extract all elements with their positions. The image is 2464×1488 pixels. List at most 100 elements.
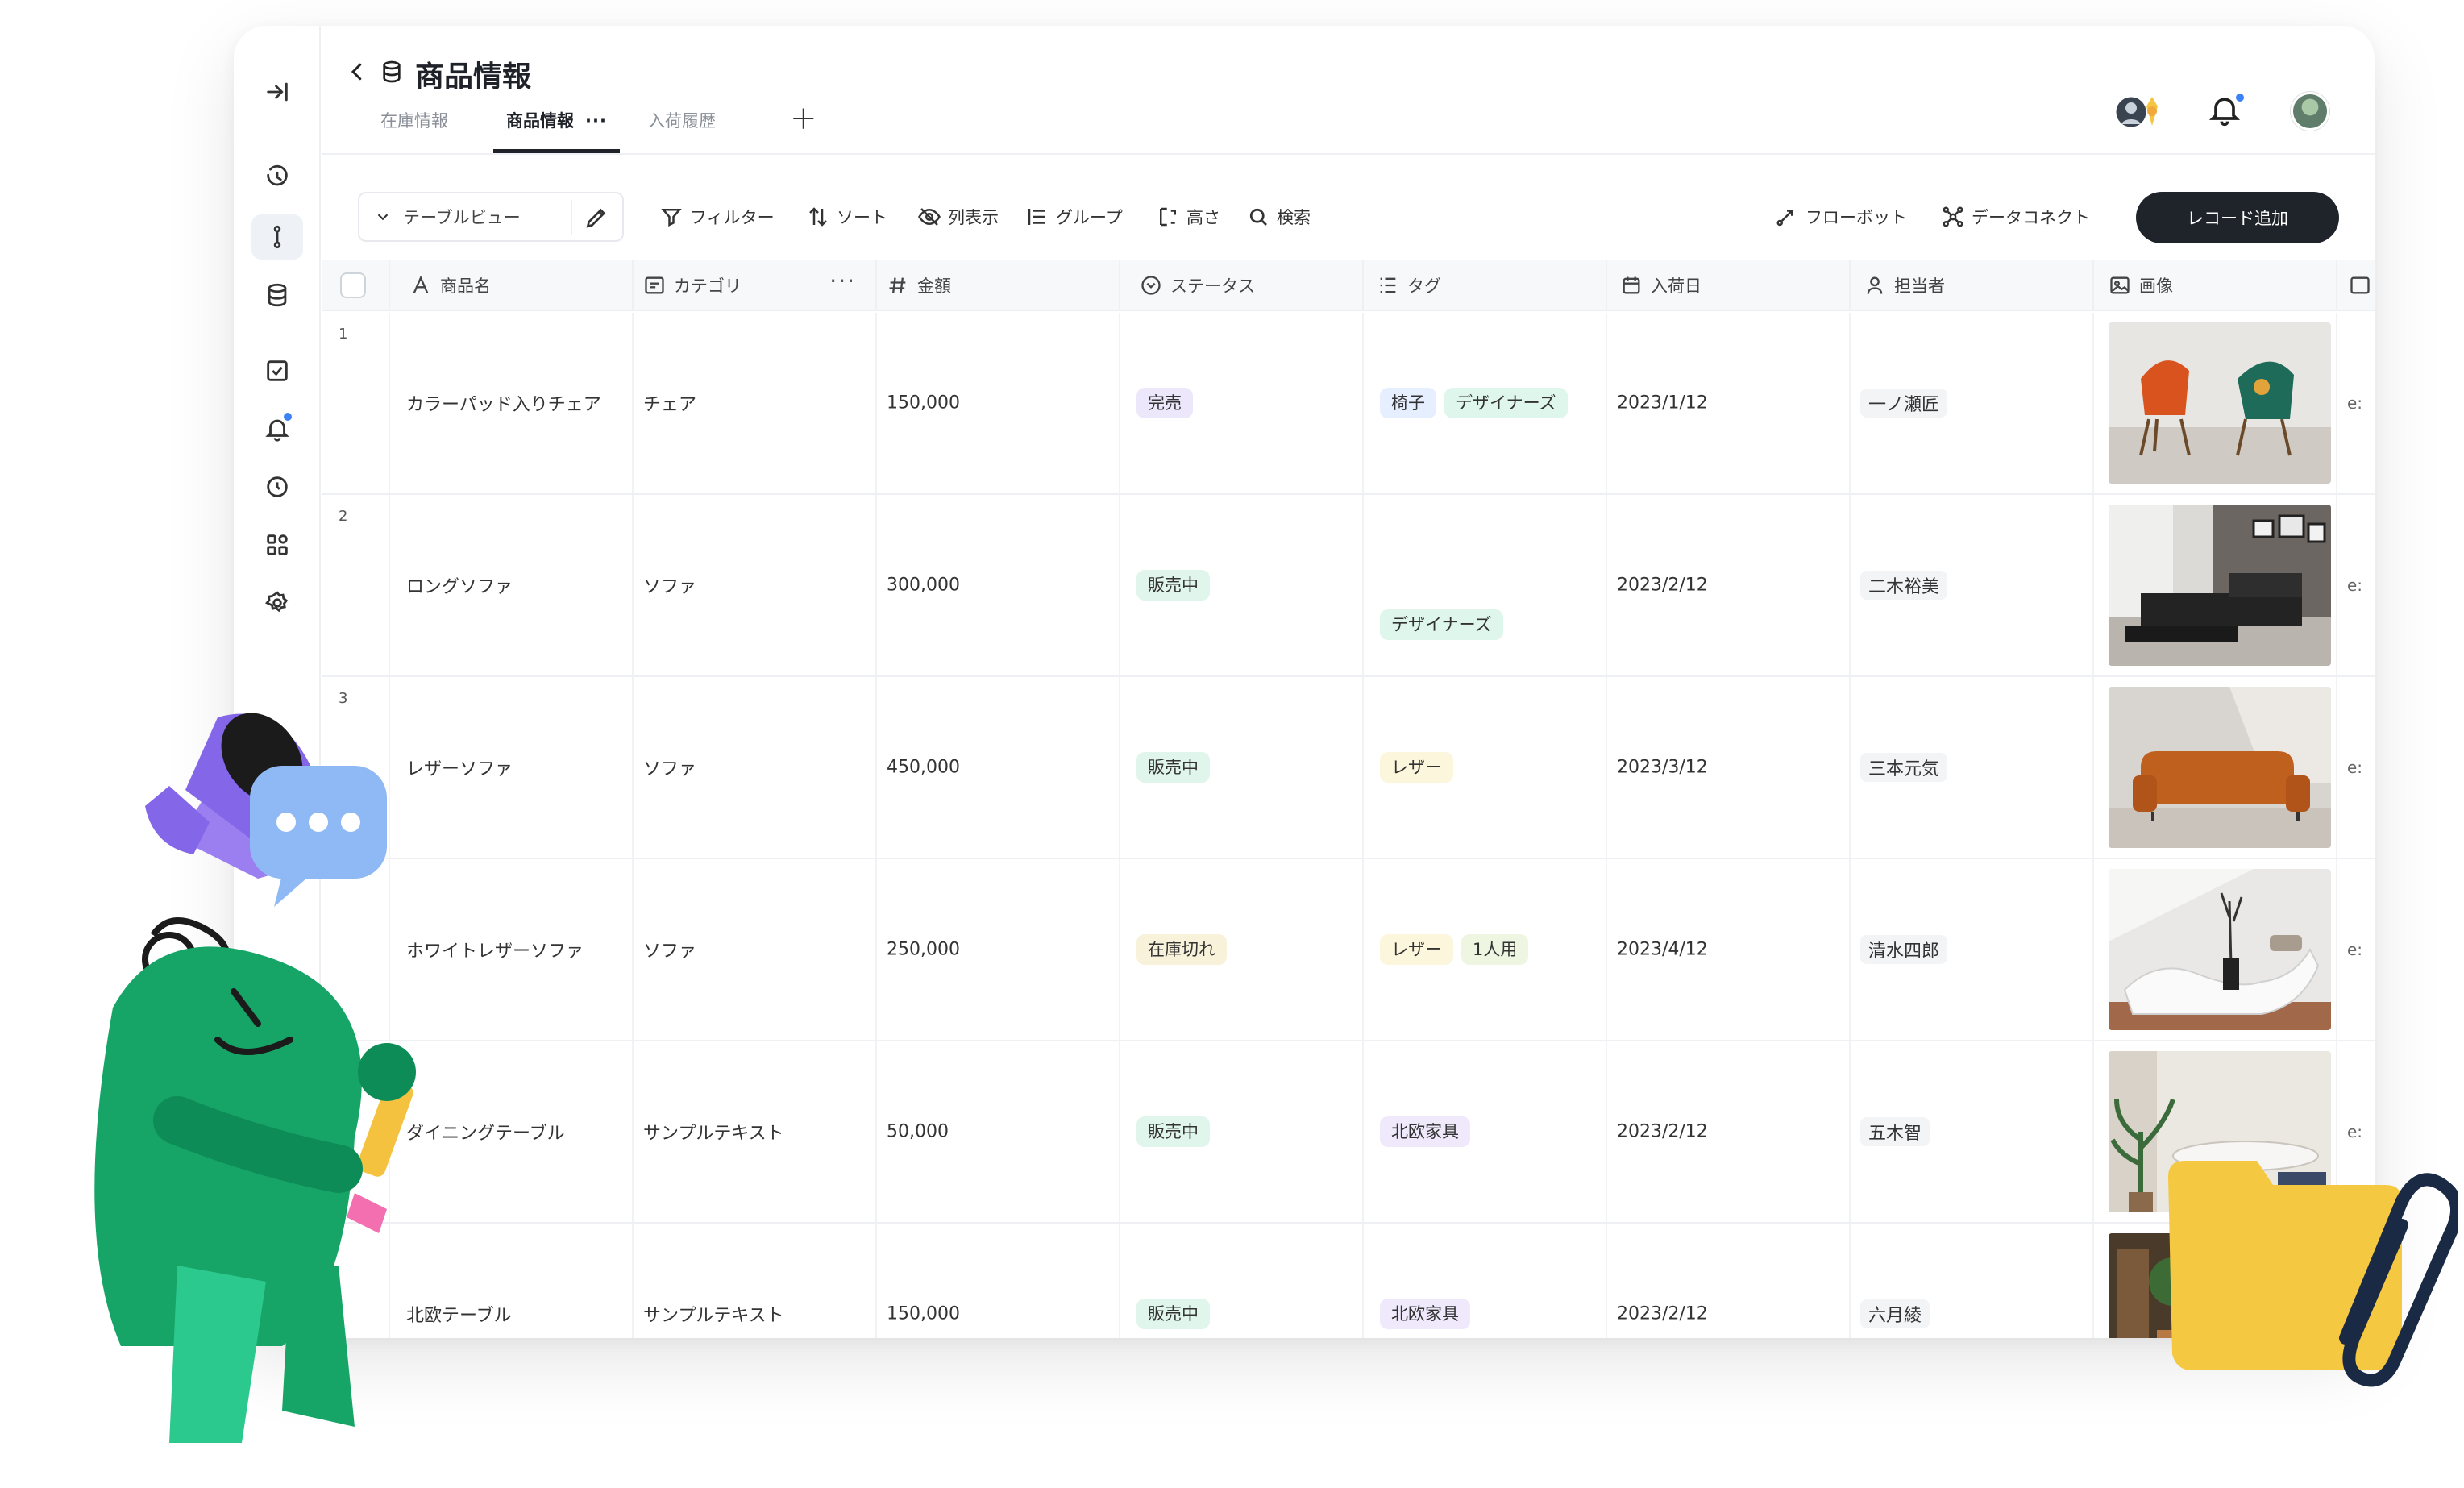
- collapse-sidebar-icon[interactable]: [251, 69, 303, 114]
- price-cell[interactable]: 50,000: [877, 1041, 1120, 1222]
- price-cell[interactable]: 300,000: [877, 495, 1120, 675]
- owner-cell[interactable]: 六月綾: [1851, 1224, 2094, 1338]
- tag-chip: 北欧家具: [1380, 1116, 1470, 1147]
- category-cell[interactable]: サンプルテキスト: [634, 1224, 877, 1338]
- category-cell[interactable]: ソファ: [634, 495, 877, 675]
- tags-cell[interactable]: レザー: [1364, 677, 1607, 858]
- table-row[interactable]: ホワイトレザーソファ ソファ 250,000 在庫切れ レザー 1人用 2023/…: [322, 859, 2375, 1041]
- date-cell[interactable]: 2023/2/12: [1607, 495, 1851, 675]
- clock-icon[interactable]: [251, 464, 303, 509]
- category-cell[interactable]: ソファ: [634, 859, 877, 1040]
- name-cell[interactable]: レザーソファ: [390, 677, 634, 858]
- page-title: 商品情報: [415, 60, 532, 94]
- task-check-icon[interactable]: [251, 348, 303, 393]
- category-cell[interactable]: チェア: [634, 313, 877, 493]
- status-cell[interactable]: 販売中: [1120, 1041, 1364, 1222]
- table-row[interactable]: 3 レザーソファ ソファ 450,000 販売中 レザー 2023/3/12 三…: [322, 677, 2375, 859]
- image-cell[interactable]: [2094, 313, 2337, 493]
- name-cell[interactable]: ロングソファ: [390, 495, 634, 675]
- owner-chip: 二木裕美: [1860, 571, 1948, 600]
- add-record-button[interactable]: レコード追加: [2136, 192, 2339, 243]
- status-cell[interactable]: 販売中: [1120, 1224, 1364, 1338]
- table-row[interactable]: 2 ロングソファ ソファ 300,000 販売中 デザイナーズ 2023/2/1…: [322, 495, 2375, 677]
- header-notification-button[interactable]: [2207, 92, 2247, 132]
- table-row[interactable]: 北欧テーブル サンプルテキスト 150,000 販売中 北欧家具 2023/2/…: [322, 1224, 2375, 1338]
- column-header-date[interactable]: 入荷日: [1607, 260, 1851, 311]
- tab-arrival-history[interactable]: 入荷履歴: [648, 108, 716, 153]
- search-button[interactable]: 検索: [1246, 205, 1311, 229]
- column-header-category[interactable]: カテゴリ ···: [634, 260, 877, 311]
- column-header-owner[interactable]: 担当者: [1851, 260, 2094, 311]
- user-avatar[interactable]: [2291, 92, 2329, 131]
- tags-cell[interactable]: 北欧家具: [1364, 1041, 1607, 1222]
- row-height-button[interactable]: 高さ: [1156, 205, 1220, 229]
- column-header-price[interactable]: 金額: [877, 260, 1120, 311]
- tags-cell[interactable]: デザイナーズ: [1364, 495, 1607, 675]
- price-cell[interactable]: 250,000: [877, 859, 1120, 1040]
- settings-gear-icon[interactable]: [251, 580, 303, 626]
- owner-cell[interactable]: 一ノ瀬匠: [1851, 313, 2094, 493]
- apps-grid-icon[interactable]: [251, 522, 303, 567]
- workflow-icon[interactable]: [251, 214, 303, 260]
- tags-cell[interactable]: レザー 1人用: [1364, 859, 1607, 1040]
- product-name: レザーソファ: [406, 759, 513, 779]
- column-header-image[interactable]: 画像: [2094, 260, 2337, 311]
- tags-cell[interactable]: 北欧家具: [1364, 1224, 1607, 1338]
- image-cell[interactable]: [2094, 677, 2337, 858]
- table-row[interactable]: ダイニングテーブル サンプルテキスト 50,000 販売中 北欧家具 2023/…: [322, 1041, 2375, 1224]
- group-button[interactable]: グループ: [1025, 205, 1123, 229]
- status-cell[interactable]: 完売: [1120, 313, 1364, 493]
- chairs-photo[interactable]: [2109, 322, 2331, 484]
- column-more-menu[interactable]: ···: [829, 268, 856, 294]
- status-cell[interactable]: 販売中: [1120, 677, 1364, 858]
- status-cell[interactable]: 在庫切れ: [1120, 859, 1364, 1040]
- column-header-truncated[interactable]: [2337, 260, 2375, 311]
- category-cell[interactable]: サンプルテキスト: [634, 1041, 877, 1222]
- price-cell[interactable]: 150,000: [877, 313, 1120, 493]
- back-chevron-icon[interactable]: [345, 58, 369, 85]
- white-sofa-photo[interactable]: [2109, 869, 2331, 1030]
- database-icon[interactable]: [251, 272, 303, 318]
- column-visibility-button[interactable]: 列表示: [917, 205, 999, 229]
- price-cell[interactable]: 150,000: [877, 1224, 1120, 1338]
- status-cell[interactable]: 販売中: [1120, 495, 1364, 675]
- tab-product-info[interactable]: 商品情報 ···: [493, 108, 620, 153]
- image-cell[interactable]: [2094, 859, 2337, 1040]
- select-all-checkbox[interactable]: [340, 272, 366, 298]
- leather-sofa-photo[interactable]: [2109, 687, 2331, 848]
- data-connect-button[interactable]: データコネクト: [1941, 205, 2090, 229]
- collaborator-avatars[interactable]: [2113, 94, 2165, 131]
- column-header-name[interactable]: 商品名: [390, 260, 634, 311]
- owner-cell[interactable]: 三本元気: [1851, 677, 2094, 858]
- add-tab-button[interactable]: +: [790, 100, 817, 137]
- tab-more-menu[interactable]: ···: [585, 111, 607, 131]
- tags-cell[interactable]: 椅子 デザイナーズ: [1364, 313, 1607, 493]
- edit-pencil-icon[interactable]: [584, 205, 609, 231]
- date-cell[interactable]: 2023/4/12: [1607, 859, 1851, 1040]
- table-row[interactable]: 1 カラーパッド入りチェア チェア 150,000 完売 椅子 デザイナーズ 20…: [322, 313, 2375, 495]
- notification-bell-icon[interactable]: [251, 406, 303, 451]
- filter-button[interactable]: フィルター: [659, 205, 775, 229]
- sort-button[interactable]: ソート: [806, 205, 887, 229]
- date-cell[interactable]: 2023/2/12: [1607, 1224, 1851, 1338]
- column-header-status[interactable]: ステータス: [1120, 260, 1364, 311]
- owner-cell[interactable]: 二木裕美: [1851, 495, 2094, 675]
- category-cell[interactable]: ソファ: [634, 677, 877, 858]
- tab-inventory[interactable]: 在庫情報: [380, 108, 448, 153]
- folder-paperclip-illustration: [2168, 1161, 2458, 1387]
- date-cell[interactable]: 2023/3/12: [1607, 677, 1851, 858]
- price-cell[interactable]: 450,000: [877, 677, 1120, 858]
- group-list-icon: [1028, 209, 1045, 225]
- date-cell[interactable]: 2023/1/12: [1607, 313, 1851, 493]
- view-selector[interactable]: テーブルビュー: [358, 192, 624, 242]
- owner-cell[interactable]: 五木智: [1851, 1041, 2094, 1222]
- flowbot-button[interactable]: フローボット: [1775, 205, 1907, 229]
- owner-cell[interactable]: 清水四郎: [1851, 859, 2094, 1040]
- eye-off-icon: [918, 208, 941, 226]
- history-icon[interactable]: [251, 155, 303, 200]
- name-cell[interactable]: カラーパッド入りチェア: [390, 313, 634, 493]
- date-cell[interactable]: 2023/2/12: [1607, 1041, 1851, 1222]
- long-sofa-photo[interactable]: [2109, 505, 2331, 666]
- image-cell[interactable]: [2094, 495, 2337, 675]
- column-header-tags[interactable]: タグ: [1364, 260, 1607, 311]
